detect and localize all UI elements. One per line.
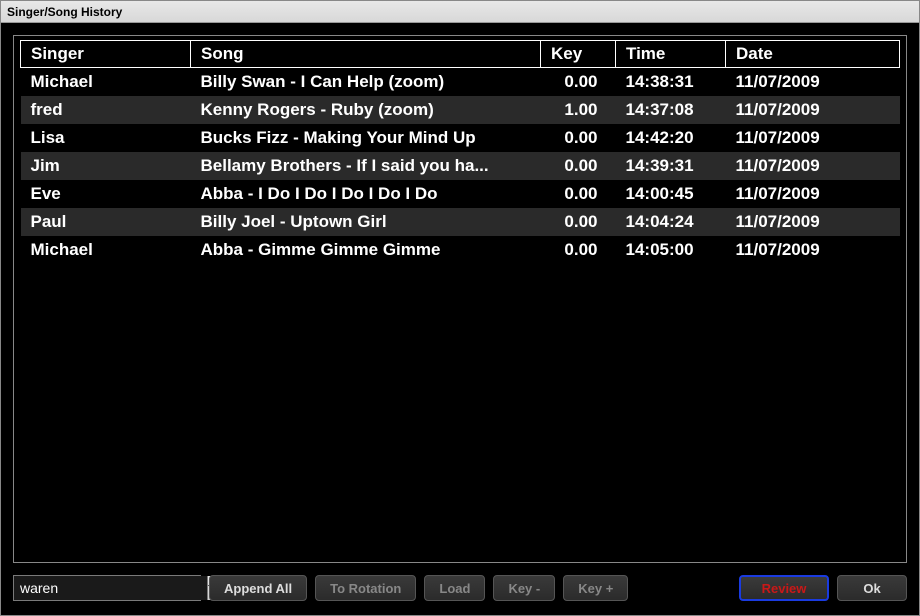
date-cell: 11/07/2009 [726, 180, 900, 208]
table-row[interactable]: EveAbba - I Do I Do I Do I Do I Do0.0014… [21, 180, 900, 208]
key-cell: 1.00 [541, 96, 616, 124]
key-plus-button[interactable]: Key + [563, 575, 628, 601]
date-cell: 11/07/2009 [726, 236, 900, 264]
table-header-row: Singer Song Key Time Date [21, 41, 900, 68]
song-cell: Abba - Gimme Gimme Gimme [191, 236, 541, 264]
col-header-key[interactable]: Key [541, 41, 616, 68]
time-cell: 14:38:31 [616, 68, 726, 97]
song-cell: Billy Joel - Uptown Girl [191, 208, 541, 236]
key-cell: 0.00 [541, 208, 616, 236]
table-row[interactable]: MichaelAbba - Gimme Gimme Gimme0.0014:05… [21, 236, 900, 264]
col-header-date[interactable]: Date [726, 41, 900, 68]
col-header-singer[interactable]: Singer [21, 41, 191, 68]
load-button[interactable]: Load [424, 575, 485, 601]
singer-cell: Eve [21, 180, 191, 208]
table-row[interactable]: MichaelBilly Swan - I Can Help (zoom)0.0… [21, 68, 900, 97]
col-header-song[interactable]: Song [191, 41, 541, 68]
time-cell: 14:05:00 [616, 236, 726, 264]
singer-song-history-window: Singer/Song History Singer Song [0, 0, 920, 616]
time-cell: 14:42:20 [616, 124, 726, 152]
song-cell: Billy Swan - I Can Help (zoom) [191, 68, 541, 97]
singer-cell: Michael [21, 68, 191, 97]
key-cell: 0.00 [541, 236, 616, 264]
window-title: Singer/Song History [7, 5, 122, 19]
date-cell: 11/07/2009 [726, 68, 900, 97]
table-row[interactable]: fredKenny Rogers - Ruby (zoom)1.0014:37:… [21, 96, 900, 124]
singer-cell: Jim [21, 152, 191, 180]
song-cell: Kenny Rogers - Ruby (zoom) [191, 96, 541, 124]
song-cell: Bucks Fizz - Making Your Mind Up [191, 124, 541, 152]
key-cell: 0.00 [541, 68, 616, 97]
singer-cell: Paul [21, 208, 191, 236]
window-body: Singer Song Key Time Date MichaelBilly S… [1, 23, 919, 615]
song-cell: Abba - I Do I Do I Do I Do I Do [191, 180, 541, 208]
table-row[interactable]: PaulBilly Joel - Uptown Girl0.0014:04:24… [21, 208, 900, 236]
singer-combo-input[interactable] [14, 576, 207, 600]
singer-cell: Lisa [21, 124, 191, 152]
key-cell: 0.00 [541, 124, 616, 152]
time-cell: 14:04:24 [616, 208, 726, 236]
singer-cell: Michael [21, 236, 191, 264]
col-header-time[interactable]: Time [616, 41, 726, 68]
table-row[interactable]: JimBellamy Brothers - If I said you ha..… [21, 152, 900, 180]
singer-cell: fred [21, 96, 191, 124]
bottom-toolbar: Append All To Rotation Load Key - Key + … [13, 573, 907, 603]
history-table-container: Singer Song Key Time Date MichaelBilly S… [13, 35, 907, 563]
table-row[interactable]: LisaBucks Fizz - Making Your Mind Up0.00… [21, 124, 900, 152]
window-titlebar: Singer/Song History [1, 1, 919, 23]
key-cell: 0.00 [541, 180, 616, 208]
to-rotation-button[interactable]: To Rotation [315, 575, 416, 601]
history-table: Singer Song Key Time Date MichaelBilly S… [20, 40, 900, 264]
review-button[interactable]: Review [739, 575, 829, 601]
append-all-button[interactable]: Append All [209, 575, 307, 601]
time-cell: 14:39:31 [616, 152, 726, 180]
singer-combo[interactable] [13, 575, 201, 601]
ok-button[interactable]: Ok [837, 575, 907, 601]
key-minus-button[interactable]: Key - [493, 575, 555, 601]
time-cell: 14:00:45 [616, 180, 726, 208]
time-cell: 14:37:08 [616, 96, 726, 124]
song-cell: Bellamy Brothers - If I said you ha... [191, 152, 541, 180]
date-cell: 11/07/2009 [726, 208, 900, 236]
date-cell: 11/07/2009 [726, 96, 900, 124]
date-cell: 11/07/2009 [726, 124, 900, 152]
date-cell: 11/07/2009 [726, 152, 900, 180]
key-cell: 0.00 [541, 152, 616, 180]
